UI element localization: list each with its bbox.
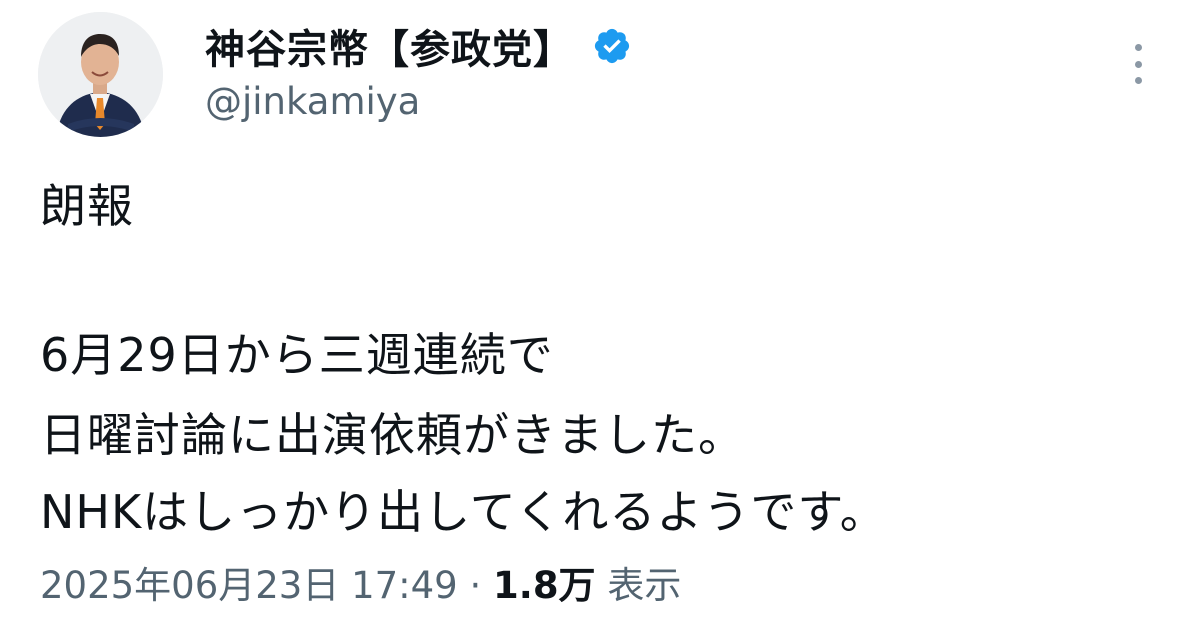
display-name[interactable]: 神谷宗幣【参政党】 (205, 17, 574, 75)
avatar-photo (38, 12, 163, 137)
more-dot (1134, 60, 1142, 68)
avatar[interactable] (38, 12, 163, 137)
tweet-meta: 2025年06月23日 17:49 · 1.8万 表示 (40, 562, 681, 610)
verified-badge-icon (594, 28, 630, 64)
more-dot (1134, 77, 1142, 84)
meta-separator: · (469, 564, 482, 607)
tweet-text-line: 6月29日から三週連続で (40, 328, 554, 382)
tweet-text-line: NHKはしっかり出してくれるようです。 (40, 485, 887, 539)
views-count: 1.8万 (493, 564, 596, 607)
tweet-text-line: 朗報 (40, 179, 134, 233)
tweet-card: 神谷宗幣【参政党】 @jinkamiya 朗報 6月29日から三週連続で 日曜討… (0, 0, 1200, 619)
author-header: 神谷宗幣【参政党】 (205, 18, 632, 74)
more-vertical-icon[interactable] (1126, 44, 1150, 84)
more-dot (1134, 44, 1142, 51)
author-handle[interactable]: @jinkamiya (205, 80, 420, 123)
views-label: 表示 (607, 564, 682, 607)
tweet-timestamp[interactable]: 2025年06月23日 17:49 (40, 564, 458, 607)
tweet-text-line: 日曜討論に出演依頼がきました。 (40, 408, 745, 462)
